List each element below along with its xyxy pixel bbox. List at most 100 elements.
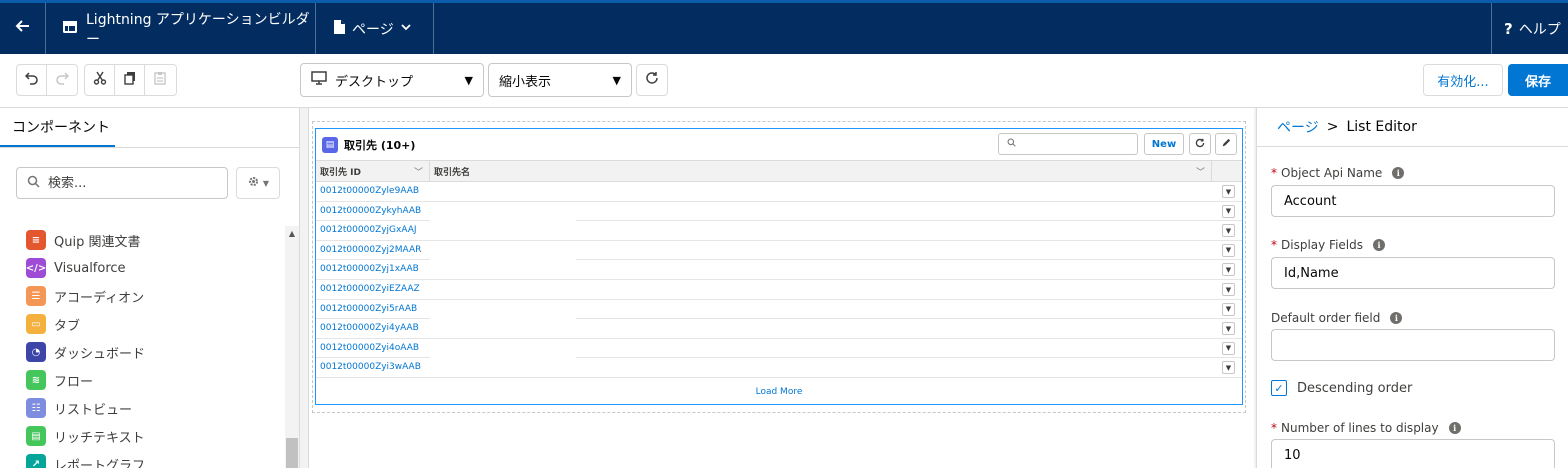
row-action-menu[interactable]: ▼ bbox=[1222, 341, 1235, 355]
properties-panel: ページ > List Editor * Object Api Name i * Dis… bbox=[1256, 108, 1568, 468]
component-item[interactable]: ▭ タブ bbox=[0, 310, 284, 338]
list-editor-card[interactable]: ▤ 取引先 (10+) New 取引先 ID ﹀ 取引先名 ﹀ 0012t000… bbox=[315, 128, 1243, 405]
new-record-button[interactable]: New bbox=[1144, 133, 1184, 155]
record-id-link[interactable]: 0012t00000Zyj2MAAR bbox=[320, 245, 421, 255]
info-icon[interactable]: i bbox=[1373, 239, 1385, 251]
caret-down-icon: ▼ bbox=[262, 178, 270, 188]
zoom-select[interactable]: 縮小表示 ▼ bbox=[488, 63, 632, 97]
undo-button[interactable] bbox=[17, 65, 47, 95]
descending-order-checkbox[interactable]: ✓ bbox=[1271, 380, 1287, 396]
top-nav-bar: Lightning アプリケーションビルダー ページ ? ヘルプ bbox=[0, 0, 1568, 54]
caret-down-icon: ▼ bbox=[464, 73, 473, 87]
scrollbar-thumb[interactable] bbox=[286, 438, 298, 468]
field-label-text: Object Api Name bbox=[1281, 166, 1383, 180]
record-id-link[interactable]: 0012t00000Zyi3wAAB bbox=[320, 362, 421, 372]
tab-components[interactable]: コンポーネント bbox=[0, 108, 115, 148]
undo-redo-group bbox=[16, 64, 78, 96]
info-icon[interactable]: i bbox=[1448, 422, 1461, 434]
component-item[interactable]: ≡ Quip 関連文書 bbox=[0, 226, 284, 254]
default-order-field-label: Default order field i bbox=[1271, 311, 1403, 325]
page-menu-label: ページ bbox=[352, 21, 394, 38]
display-fields-input[interactable] bbox=[1271, 257, 1555, 289]
row-action-menu[interactable]: ▼ bbox=[1222, 302, 1235, 316]
activate-button[interactable]: 有効化... bbox=[1423, 64, 1503, 96]
lines-to-display-input[interactable] bbox=[1271, 439, 1555, 468]
descending-order-label: Descending order bbox=[1297, 380, 1413, 396]
scroll-up-arrow-icon[interactable]: ▲ bbox=[285, 226, 299, 240]
component-item-label: レポートグラフ bbox=[54, 458, 146, 468]
row-action-menu[interactable]: ▼ bbox=[1222, 322, 1235, 336]
row-action-menu[interactable]: ▼ bbox=[1222, 361, 1235, 375]
builder-toolbar: デスクトップ ▼ 縮小表示 ▼ bbox=[0, 54, 1568, 108]
column-header-label: 取引先名 bbox=[434, 168, 471, 178]
component-item-label: アコーディオン bbox=[54, 290, 145, 306]
breadcrumb-current: List Editor bbox=[1346, 119, 1417, 135]
paste-button[interactable] bbox=[145, 65, 175, 95]
record-id-link[interactable]: 0012t00000Zyi4yAAB bbox=[320, 323, 419, 333]
top-nav-spacer bbox=[434, 3, 1492, 54]
record-name-cell bbox=[430, 240, 576, 260]
object-api-name-input[interactable] bbox=[1271, 185, 1555, 217]
record-id-link[interactable]: 0012t00000Zyi5rAAB bbox=[320, 304, 417, 314]
refresh-button[interactable] bbox=[636, 64, 668, 96]
table-row: 0012t00000Zyi4oAAB ▼ bbox=[316, 338, 1242, 359]
app-title: Lightning アプリケーションビルダー bbox=[46, 3, 316, 54]
report-chart-icon: ↗ bbox=[26, 454, 46, 468]
column-header-id[interactable]: 取引先 ID ﹀ bbox=[316, 161, 430, 182]
record-id-link[interactable]: 0012t00000ZyiEZAAZ bbox=[320, 284, 420, 294]
redo-button[interactable] bbox=[47, 65, 77, 95]
app-builder-icon bbox=[62, 19, 78, 39]
record-id-link[interactable]: 0012t00000ZyjGxAAJ bbox=[320, 225, 417, 235]
record-id-link[interactable]: 0012t00000Zyle9AAB bbox=[320, 186, 419, 196]
help-button[interactable]: ? ヘルプ bbox=[1492, 3, 1568, 54]
component-item[interactable]: ▤ リッチテキスト bbox=[0, 422, 284, 450]
record-id-link[interactable]: 0012t00000ZykyhAAB bbox=[320, 206, 421, 216]
settings-menu-button[interactable]: ▼ bbox=[236, 167, 280, 199]
component-item[interactable]: ◔ ダッシュボード bbox=[0, 338, 284, 366]
row-action-menu[interactable]: ▼ bbox=[1222, 243, 1235, 257]
row-action-menu[interactable]: ▼ bbox=[1222, 263, 1235, 277]
record-id-link[interactable]: 0012t00000Zyj1xAAB bbox=[320, 264, 419, 274]
page-menu[interactable]: ページ bbox=[316, 3, 434, 54]
copy-button[interactable] bbox=[115, 65, 145, 95]
column-header-name[interactable]: 取引先名 ﹀ bbox=[430, 161, 1212, 182]
record-name-cell bbox=[430, 338, 576, 358]
lines-to-display-label: * Number of lines to display i bbox=[1271, 421, 1461, 435]
record-id-link[interactable]: 0012t00000Zyi4oAAB bbox=[320, 343, 419, 353]
cut-button[interactable] bbox=[85, 65, 115, 95]
visualforce-icon: </> bbox=[26, 258, 46, 278]
info-icon[interactable]: i bbox=[1390, 312, 1403, 324]
card-edit-button[interactable] bbox=[1215, 133, 1237, 155]
save-button[interactable]: 保存 bbox=[1508, 64, 1568, 96]
record-name-cell bbox=[430, 280, 576, 299]
caret-down-icon: ▼ bbox=[612, 73, 621, 87]
info-icon[interactable]: i bbox=[1392, 167, 1405, 179]
row-action-menu[interactable]: ▼ bbox=[1222, 185, 1235, 198]
component-item[interactable]: ☷ リストビュー bbox=[0, 394, 284, 422]
descending-order-row: ✓ Descending order bbox=[1271, 380, 1412, 396]
table-row: 0012t00000Zyi3wAAB ▼ bbox=[316, 358, 1242, 378]
card-search-input[interactable] bbox=[998, 133, 1138, 155]
record-name-cell bbox=[430, 319, 576, 339]
component-item[interactable]: ≋ フロー bbox=[0, 366, 284, 394]
device-select[interactable]: デスクトップ ▼ bbox=[300, 63, 484, 97]
row-action-menu[interactable]: ▼ bbox=[1222, 204, 1235, 218]
component-item[interactable]: ☰ アコーディオン bbox=[0, 282, 284, 310]
component-item[interactable]: ↗ レポートグラフ bbox=[0, 450, 284, 468]
pencil-icon bbox=[1221, 138, 1231, 151]
component-item[interactable]: </> Visualforce bbox=[0, 254, 284, 282]
page-icon bbox=[332, 19, 346, 39]
row-action-menu[interactable]: ▼ bbox=[1222, 283, 1235, 296]
row-action-menu[interactable]: ▼ bbox=[1222, 224, 1235, 238]
card-refresh-button[interactable] bbox=[1189, 133, 1211, 155]
default-order-field-input[interactable] bbox=[1271, 329, 1555, 361]
back-button[interactable] bbox=[0, 3, 46, 54]
record-name-cell bbox=[430, 299, 576, 319]
breadcrumb-page-link[interactable]: ページ bbox=[1277, 117, 1319, 137]
table-row: 0012t00000Zyi5rAAB ▼ bbox=[316, 299, 1242, 320]
quip-icon: ≡ bbox=[26, 230, 46, 250]
component-list-scrollbar[interactable] bbox=[285, 226, 299, 468]
field-label-text: Default order field bbox=[1271, 311, 1381, 325]
load-more-link[interactable]: Load More bbox=[316, 387, 1242, 397]
search-input[interactable] bbox=[48, 175, 208, 191]
